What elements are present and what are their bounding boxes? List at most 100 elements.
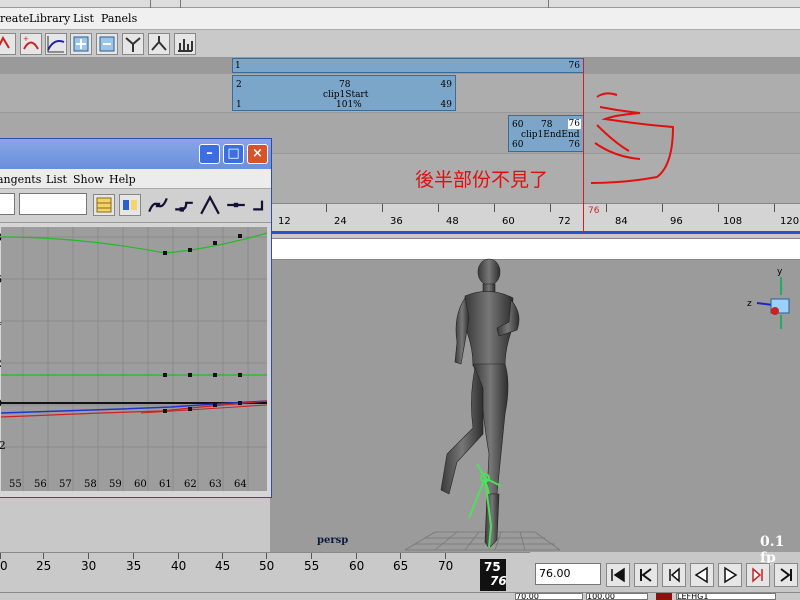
menu-tangents[interactable]: angents xyxy=(0,173,41,186)
create-clip-button[interactable]: + xyxy=(20,33,42,55)
flat-tangent-icon xyxy=(227,202,245,208)
y-axis-label: 4 xyxy=(0,315,2,328)
clip-end-top-left: 60 xyxy=(512,120,524,130)
menu-library[interactable]: Library xyxy=(29,12,70,25)
current-time-marker[interactable] xyxy=(583,58,584,233)
step-back-frame-icon xyxy=(669,567,680,583)
warp-icon xyxy=(178,39,193,52)
character-set-icon[interactable] xyxy=(656,593,672,600)
clip-end-top-right: 76 xyxy=(567,119,581,129)
key-value-field[interactable] xyxy=(19,193,87,215)
timeline-label: 25 xyxy=(36,559,52,573)
current-time-field[interactable]: 76.00 xyxy=(535,563,601,585)
play-backwards-button[interactable] xyxy=(690,563,714,587)
spline-tangent-icon xyxy=(148,197,168,213)
step-back-key-icon xyxy=(640,568,652,582)
key-time-field[interactable] xyxy=(0,193,15,215)
graph-plot-area[interactable]: 8 6 4 2 0 -2 55 56 57 58 59 60 61 62 63 … xyxy=(0,227,267,491)
x-axis-label: 64 xyxy=(234,479,247,490)
view-axis-gizmo[interactable]: y z xyxy=(745,265,800,335)
character-model xyxy=(440,258,520,549)
svg-text:y: y xyxy=(777,267,783,277)
x-axis-label: 60 xyxy=(134,479,147,490)
lattice-deform-button[interactable] xyxy=(93,194,115,216)
clamped-tangent-button[interactable] xyxy=(173,194,195,216)
y-axis-label: 2 xyxy=(0,357,2,370)
lattice-icon xyxy=(96,197,112,213)
close-button[interactable]: × xyxy=(247,144,268,164)
step-forward-key-button[interactable] xyxy=(774,563,798,587)
spline-tangent-button[interactable] xyxy=(147,194,169,216)
title-divider xyxy=(150,0,151,8)
ruler-label: 60 xyxy=(502,216,515,227)
window-title-strip xyxy=(0,0,800,8)
maximize-button[interactable]: □ xyxy=(223,144,244,164)
frame-playback-range-button[interactable] xyxy=(96,33,118,55)
summary-clip-bar[interactable]: 1 76 xyxy=(232,58,584,73)
y-axis-label: 6 xyxy=(0,273,2,286)
graph-editor-window[interactable]: – □ × angents List Show Help 2 55 56 57 … xyxy=(0,138,272,498)
step-forward-frame-icon xyxy=(752,567,763,583)
clip-start-name: clip1Start xyxy=(323,90,369,100)
clip-start[interactable]: 2 78 49 clip1Start 1 101% 49 xyxy=(232,75,456,111)
ruler-range-line xyxy=(270,231,800,234)
flat-tangent-button[interactable] xyxy=(225,194,247,216)
trax-time-ruler[interactable]: 12 24 36 48 60 72 76 84 96 108 120 xyxy=(270,203,800,231)
step-back-frame-button[interactable] xyxy=(662,563,686,587)
ruler-label: 36 xyxy=(390,216,403,227)
tool-button[interactable] xyxy=(0,33,16,55)
minimize-icon: – xyxy=(206,146,213,161)
menu-help[interactable]: Help xyxy=(109,173,136,186)
menu-list[interactable]: List xyxy=(73,12,94,25)
graph-anim-curves-button[interactable] xyxy=(45,33,67,55)
buffer-curve-button[interactable] xyxy=(119,194,141,216)
graph-editor-toolbar xyxy=(0,189,271,223)
step-back-key-button[interactable] xyxy=(634,563,658,587)
title-divider xyxy=(548,0,549,8)
play-forwards-button[interactable] xyxy=(718,563,742,587)
clip-end-bottom-left: 60 xyxy=(512,140,524,150)
menu-create[interactable]: reate xyxy=(0,12,29,25)
camera-label: persp xyxy=(317,535,349,546)
graph-icon xyxy=(47,36,65,53)
frame-all-button[interactable] xyxy=(70,33,92,55)
playback-start-field[interactable]: 70.00 xyxy=(515,593,583,600)
step-tangent-button[interactable] xyxy=(251,194,273,216)
time-slider[interactable]: 0 25 30 35 40 45 50 55 60 65 70 xyxy=(0,552,530,592)
ruler-tick xyxy=(662,204,663,212)
ruler-label: 12 xyxy=(278,216,291,227)
current-frame-sub-label: 76 xyxy=(490,574,507,588)
character-set-field[interactable]: LEFHG1 xyxy=(676,593,776,600)
clip-start-bottom-left: 1 xyxy=(236,100,242,110)
ruler-label: 108 xyxy=(723,216,743,227)
graph-curves xyxy=(1,227,267,491)
x-axis-label: 61 xyxy=(159,479,172,490)
playback-end-field[interactable]: 100.00 xyxy=(586,593,648,600)
x-axis-label: 55 xyxy=(9,479,22,490)
clip-end[interactable]: 60 78 76 clip1EndEnd 60 76 xyxy=(508,115,584,152)
go-to-start-button[interactable] xyxy=(606,563,630,587)
ruler-label: 72 xyxy=(558,216,571,227)
menu-show[interactable]: Show xyxy=(73,173,104,186)
summary-start: 1 xyxy=(235,61,241,71)
step-forward-frame-button[interactable] xyxy=(746,563,770,587)
menu-panels[interactable]: Panels xyxy=(101,12,137,25)
ruler-tick xyxy=(606,204,607,212)
split-clip-button[interactable] xyxy=(122,33,144,55)
clip-start-top-right: 49 xyxy=(440,80,452,90)
ruler-tick xyxy=(326,204,327,212)
frame-all-icon xyxy=(73,36,89,52)
graph-editor-titlebar[interactable]: – □ × xyxy=(0,139,271,169)
x-axis-label: 63 xyxy=(209,479,222,490)
ruler-label: 96 xyxy=(670,216,683,227)
time-warp-button[interactable] xyxy=(174,33,196,55)
minimize-button[interactable]: – xyxy=(199,144,220,164)
blend-clip-button[interactable] xyxy=(148,33,170,55)
linear-tangent-button[interactable] xyxy=(199,194,221,216)
step-tangent-icon xyxy=(253,200,264,211)
timeline-label: 55 xyxy=(304,559,320,573)
ruler-label: 84 xyxy=(615,216,628,227)
current-frame-marker[interactable]: 75 76 xyxy=(480,559,507,591)
x-axis-label: 56 xyxy=(34,479,47,490)
menu-list[interactable]: List xyxy=(46,173,67,186)
